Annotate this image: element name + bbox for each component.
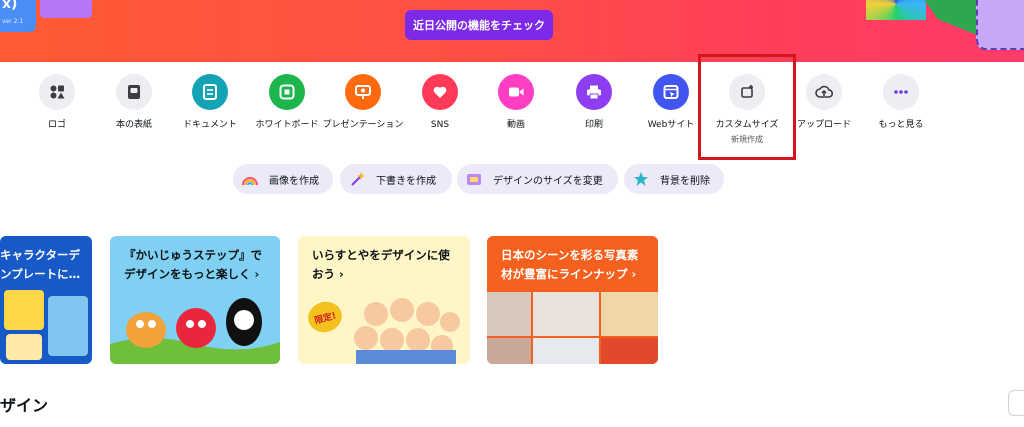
pill-label: 画像を作成	[269, 175, 319, 187]
banner-decoration-lilac	[976, 0, 1024, 50]
card-photo	[601, 338, 658, 364]
promo-card-kaiju-step[interactable]: 『かいじゅうステップ』で デザインをもっと楽しく ›	[110, 236, 280, 364]
card-title: 日本のシーンを彩る写真素 材が豊富にラインナップ ›	[501, 248, 639, 281]
shapes-icon	[39, 74, 75, 110]
quick-action-label: 動画	[506, 120, 525, 130]
more-icon	[883, 74, 919, 110]
video-icon	[498, 74, 534, 110]
quick-action-label: Webサイト	[647, 120, 695, 130]
card-title: 『かいじゅうステップ』で デザインをもっと楽しく ›	[124, 248, 262, 281]
rainbow-icon	[241, 170, 259, 188]
quick-action-logo[interactable]: ロゴ	[15, 74, 99, 133]
book-icon	[116, 74, 152, 110]
website-icon	[653, 74, 689, 110]
quick-action-video[interactable]: 動画	[474, 74, 558, 133]
quick-action-more[interactable]: もっと見る	[859, 74, 943, 133]
quick-action-label: ロゴ	[47, 120, 66, 130]
quick-action-whiteboard[interactable]: ホワイトボード	[245, 74, 329, 133]
quick-action-print[interactable]: 印刷	[552, 74, 636, 133]
ai-action-pills: 画像を作成 下書きを作成 デザインのサイズを変更 背景を削除	[0, 164, 1024, 196]
card-illustration	[354, 298, 460, 364]
card-photo	[487, 338, 531, 364]
grid-view-button[interactable]	[1008, 390, 1024, 416]
write-draft-pill[interactable]: 下書きを作成	[340, 164, 452, 194]
promo-card-character-templates[interactable]: キャラクターデ ンプレートに…	[0, 236, 92, 364]
upcoming-features-button[interactable]: 近日公開の機能をチェック	[405, 10, 553, 40]
quick-action-label: 本の表紙	[115, 120, 152, 130]
card-title: いらすとやをデザインに使 おう ›	[312, 248, 450, 281]
card-thumbnail	[48, 296, 88, 356]
quick-action-label: ホワイトボード	[255, 120, 319, 130]
section-title: ザイン	[0, 396, 49, 415]
limited-badge: 限定!	[304, 298, 346, 336]
quick-action-label: もっと見る	[878, 120, 924, 130]
resize-box-icon	[465, 170, 483, 188]
presentation-icon	[345, 74, 381, 110]
banner-decoration-green	[920, 0, 980, 36]
quick-action-sns[interactable]: SNS	[398, 74, 482, 133]
quick-actions-row: ロゴ 本の表紙 ドキュメント ホワイトボード プレゼンテーション SNS 動画 …	[0, 74, 1024, 154]
pill-label: 下書きを作成	[376, 175, 436, 187]
pill-label: 背景を削除	[660, 175, 710, 187]
quick-action-book-cover[interactable]: 本の表紙	[92, 74, 176, 133]
remove-background-pill[interactable]: 背景を削除	[624, 164, 724, 194]
card-illustration	[110, 298, 280, 364]
quick-action-presentation[interactable]: プレゼンテーション	[321, 74, 405, 133]
card-photo	[533, 292, 599, 336]
resize-design-pill[interactable]: デザインのサイズを変更	[457, 164, 618, 194]
printer-icon	[576, 74, 612, 110]
quick-action-label: ドキュメント	[182, 120, 237, 130]
heart-icon	[422, 74, 458, 110]
quick-action-label: SNS	[430, 120, 450, 130]
pill-label: デザインのサイズを変更	[493, 175, 603, 187]
quick-action-label: 印刷	[584, 120, 603, 130]
quick-action-label: プレゼンテーション	[322, 120, 404, 130]
banner-decoration-purple	[40, 0, 92, 18]
highlight-annotation-box	[698, 54, 796, 160]
cloud-upload-icon	[806, 74, 842, 110]
whiteboard-icon	[269, 74, 305, 110]
banner-decoration-left: x) ver 2.1	[0, 0, 36, 32]
create-image-pill[interactable]: 画像を作成	[233, 164, 333, 194]
magic-wand-icon	[348, 170, 366, 188]
promo-banner: x) ver 2.1 近日公開の機能をチェック	[0, 0, 1024, 62]
promo-card-japan-photos[interactable]: 日本のシーンを彩る写真素 材が豊富にラインナップ ›	[487, 236, 658, 364]
card-thumbnail	[6, 334, 42, 360]
star-eraser-icon	[632, 170, 650, 188]
document-icon	[192, 74, 228, 110]
card-thumbnail	[4, 290, 44, 330]
card-photo	[601, 292, 658, 336]
banner-decoration-color-wheel	[866, 0, 926, 20]
quick-action-label: アップロード	[796, 120, 851, 130]
quick-action-document[interactable]: ドキュメント	[168, 74, 252, 133]
card-photo	[533, 338, 599, 364]
banner-deco-subtext: ver 2.1	[2, 18, 24, 25]
card-title: キャラクターデ ンプレートに…	[0, 248, 81, 281]
card-photo	[487, 292, 531, 336]
banner-deco-text: x)	[2, 0, 18, 12]
promo-card-irasutoya[interactable]: いらすとやをデザインに使 おう › 限定!	[298, 236, 470, 364]
